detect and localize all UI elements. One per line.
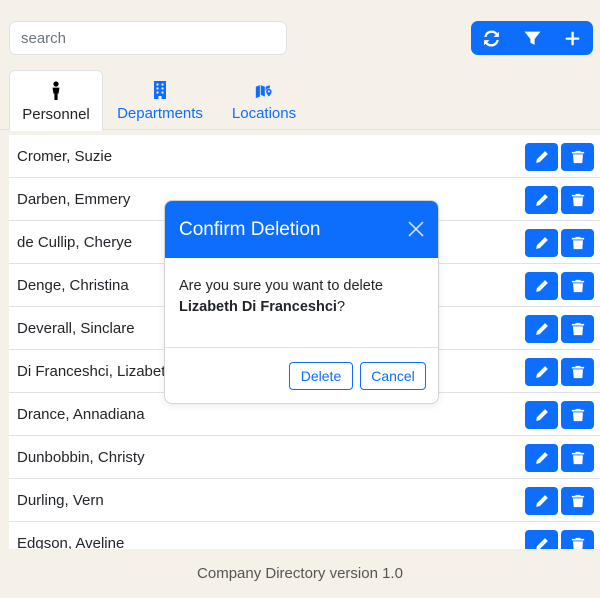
close-button[interactable]: [408, 221, 424, 237]
trash-icon: [571, 322, 584, 336]
delete-button[interactable]: Delete: [289, 362, 353, 390]
person-name: Edgson, Aveline: [17, 534, 125, 550]
edit-button[interactable]: [525, 444, 558, 472]
trash-icon: [571, 279, 584, 293]
edit-button[interactable]: [525, 530, 558, 549]
person-icon: [52, 81, 60, 100]
search-input[interactable]: [9, 21, 287, 55]
modal-header: Confirm Deletion: [165, 201, 438, 258]
person-name: Deverall, Sinclare: [17, 319, 135, 337]
modal-message: Are you sure you want to delete: [179, 278, 383, 294]
filter-button[interactable]: [512, 21, 553, 55]
trash-icon: [571, 150, 584, 164]
delete-button[interactable]: [561, 229, 594, 257]
person-name: Di Franceshci, Lizabeth: [17, 362, 174, 380]
cancel-button[interactable]: Cancel: [360, 362, 426, 390]
edit-button[interactable]: [525, 358, 558, 386]
person-name: Drance, Annadiana: [17, 405, 145, 423]
tab-departments[interactable]: Departments: [108, 70, 212, 131]
building-icon: [154, 81, 166, 99]
delete-button[interactable]: [561, 315, 594, 343]
trash-icon: [571, 193, 584, 207]
tab-locations-label: Locations: [231, 105, 297, 122]
modal-title: Confirm Deletion: [179, 218, 321, 240]
delete-button[interactable]: [561, 401, 594, 429]
list-item: Edgson, Aveline: [9, 522, 600, 549]
delete-button[interactable]: [561, 530, 594, 549]
edit-button[interactable]: [525, 143, 558, 171]
trash-icon: [571, 236, 584, 250]
tab-departments-label: Departments: [117, 105, 203, 122]
refresh-icon: [483, 30, 499, 46]
pencil-icon: [535, 495, 548, 507]
delete-button[interactable]: [561, 487, 594, 515]
tab-bar: Personnel Departments Locations: [0, 70, 600, 131]
person-name: Denge, Christina: [17, 276, 129, 294]
trash-icon: [571, 451, 584, 465]
delete-button[interactable]: [561, 143, 594, 171]
edit-button[interactable]: [525, 186, 558, 214]
list-item: Durling, Vern: [9, 479, 600, 522]
tab-personnel-label: Personnel: [22, 106, 90, 123]
edit-button[interactable]: [525, 272, 558, 300]
delete-target-name: Lizabeth Di Franceshci: [179, 299, 337, 315]
pencil-icon: [535, 323, 548, 335]
delete-button[interactable]: [561, 444, 594, 472]
person-name: Durling, Vern: [17, 491, 104, 509]
edit-button[interactable]: [525, 487, 558, 515]
trash-icon: [571, 494, 584, 508]
pencil-icon: [535, 194, 548, 206]
top-bar: [0, 0, 600, 70]
filter-icon: [524, 31, 540, 45]
add-button[interactable]: [552, 21, 593, 55]
trash-icon: [571, 537, 584, 549]
pencil-icon: [535, 409, 548, 421]
modal-body: Are you sure you want to delete Lizabeth…: [165, 258, 438, 348]
pencil-icon: [535, 237, 548, 249]
delete-button[interactable]: [561, 358, 594, 386]
version-text: Company Directory version 1.0: [197, 565, 403, 582]
tab-personnel[interactable]: Personnel: [9, 70, 103, 131]
person-name: de Cullip, Cherye: [17, 233, 133, 251]
list-item: Dunbobbin, Christy: [9, 436, 600, 479]
map-location-icon: [255, 85, 272, 99]
person-name: Darben, Emmery: [17, 190, 131, 208]
pencil-icon: [535, 151, 548, 163]
pencil-icon: [535, 280, 548, 292]
footer: Company Directory version 1.0: [0, 549, 600, 598]
delete-button[interactable]: [561, 186, 594, 214]
modal-footer: Delete Cancel: [165, 348, 438, 403]
close-icon: [408, 221, 424, 237]
edit-button[interactable]: [525, 229, 558, 257]
pencil-icon: [535, 538, 548, 549]
pencil-icon: [535, 366, 548, 378]
pencil-icon: [535, 452, 548, 464]
person-name: Dunbobbin, Christy: [17, 448, 145, 466]
confirm-delete-modal: Confirm Deletion Are you sure you want t…: [164, 200, 439, 404]
person-name: Cromer, Suzie: [17, 147, 113, 165]
modal-message-suffix: ?: [336, 299, 346, 315]
trash-icon: [571, 408, 584, 422]
delete-button[interactable]: [561, 272, 594, 300]
refresh-button[interactable]: [471, 21, 512, 55]
plus-icon: [565, 31, 580, 45]
edit-button[interactable]: [525, 401, 558, 429]
toolbar-button-group: [471, 21, 593, 55]
list-item: Cromer, Suzie: [9, 135, 600, 178]
trash-icon: [571, 365, 584, 379]
tab-locations[interactable]: Locations: [222, 70, 306, 131]
edit-button[interactable]: [525, 315, 558, 343]
